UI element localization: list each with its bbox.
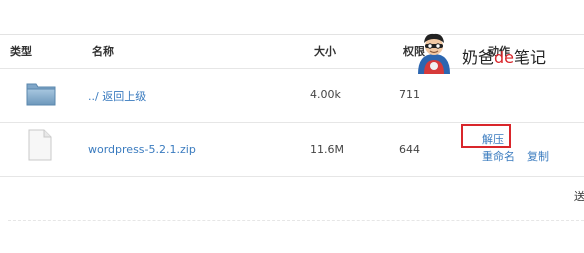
extract-button[interactable]: 解压	[482, 131, 504, 147]
rename-button[interactable]: 重命名	[482, 148, 515, 164]
size-value: 11.6M	[310, 143, 344, 156]
header-name[interactable]: 名称	[92, 43, 114, 59]
watermark-part2: de	[494, 48, 515, 67]
footer-divider	[8, 220, 584, 222]
table-row: ../ 返回上级 4.00k 711	[0, 68, 584, 122]
folder-icon[interactable]	[26, 80, 56, 106]
edge-text: 送	[574, 190, 584, 203]
size-value: 4.00k	[310, 88, 341, 101]
watermark: 奶爸de笔记	[412, 30, 584, 74]
avatar-icon	[418, 33, 450, 74]
watermark-part3: 笔记	[514, 48, 547, 67]
permission-value[interactable]: 711	[399, 88, 420, 101]
header-size[interactable]: 大小	[314, 43, 336, 59]
top-band	[0, 0, 584, 34]
watermark-text: 奶爸de笔记	[462, 44, 546, 68]
file-icon[interactable]	[28, 129, 52, 161]
parent-directory-link[interactable]: ../ 返回上级	[88, 88, 146, 104]
watermark-part1: 奶爸	[462, 48, 495, 67]
header-type: 类型	[10, 45, 32, 58]
copy-button[interactable]: 复制	[527, 148, 549, 164]
permission-value[interactable]: 644	[399, 143, 420, 156]
file-name-link[interactable]: wordpress-5.2.1.zip	[88, 143, 196, 156]
